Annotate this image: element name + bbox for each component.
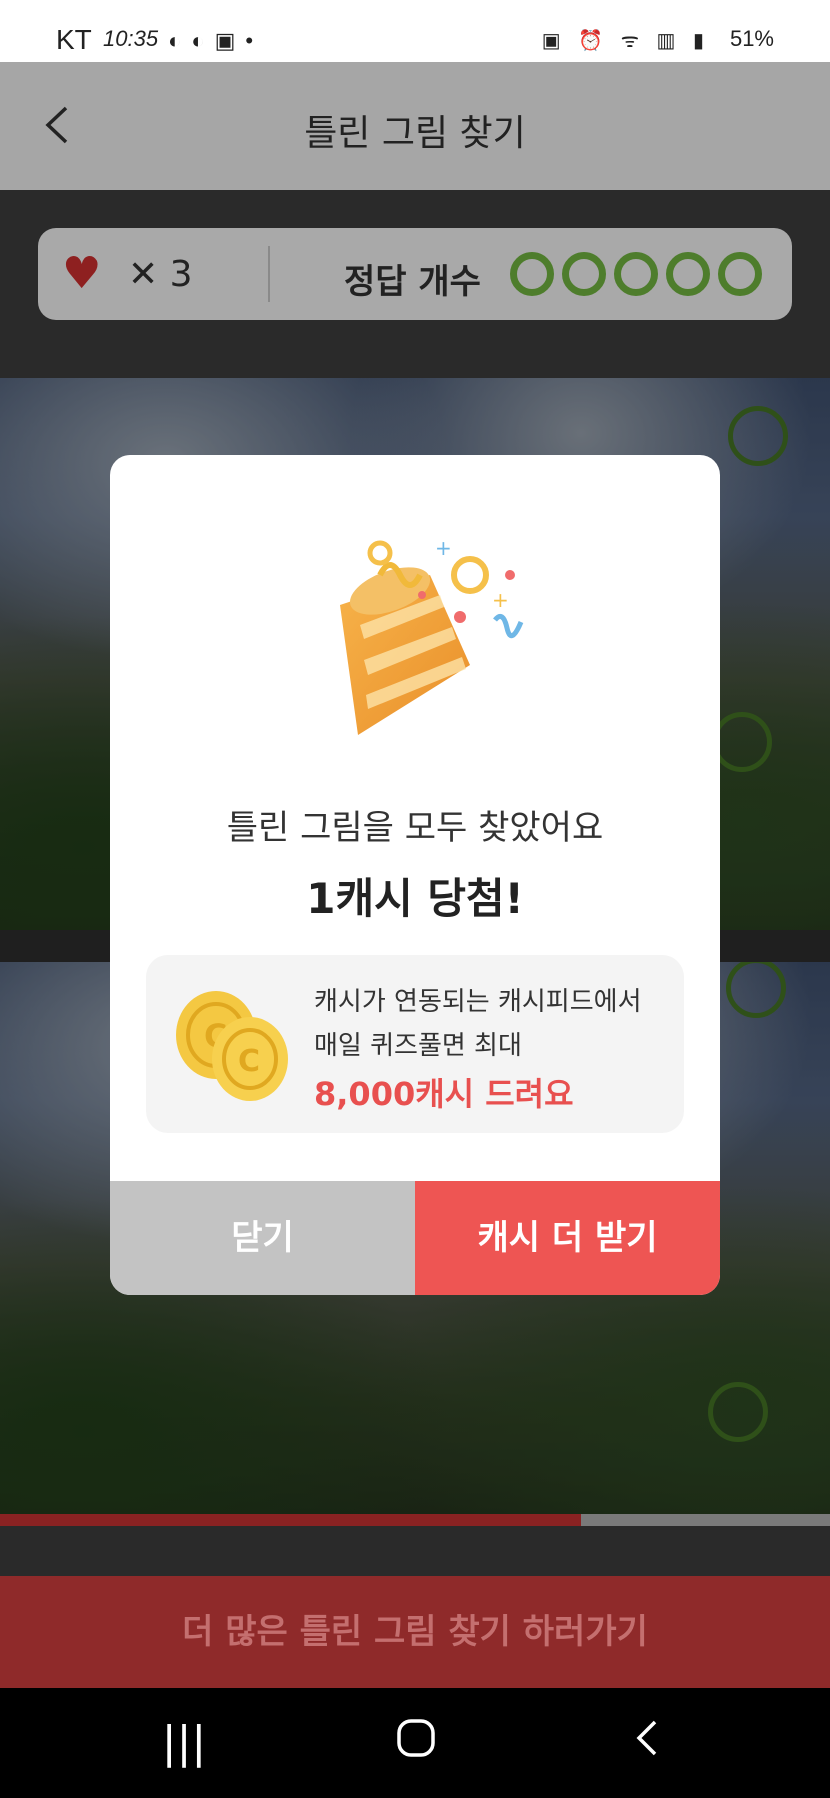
system-icons: ▣ ⏰ ᯤ ▥ ▮: [541, 30, 710, 52]
carrier-label: KT: [56, 24, 92, 55]
dialog-actions: 닫기 캐시 더 받기: [110, 1181, 720, 1295]
coins-icon: C C: [176, 991, 288, 1101]
more-games-button[interactable]: 더 많은 틀린 그림 찾기 하러가기: [0, 1576, 830, 1688]
timer-progress-fill: [0, 1514, 581, 1526]
answer-circle-icon: [510, 252, 554, 296]
divider: [268, 246, 270, 302]
promo-line-2: 매일 퀴즈풀면 최대: [314, 1031, 522, 1061]
score-bar: ♥ ✕ 3 정답 개수: [38, 228, 792, 320]
party-popper-icon: + +: [340, 536, 524, 735]
promo-line-1: 캐시가 연동되는 캐시피드에서: [314, 987, 642, 1017]
notification-icons: ◐◐▣•: [168, 28, 264, 53]
lives-count: ✕ 3: [128, 254, 193, 295]
page-title: 틀린 그림 찾기: [304, 113, 526, 154]
prize-text: 1캐시 당첨!: [306, 874, 524, 923]
heart-icon: ♥: [62, 248, 102, 299]
system-back-icon[interactable]: [618, 1718, 678, 1769]
svg-text:+: +: [492, 588, 509, 612]
answer-circle-icon: [718, 252, 762, 296]
svg-text:+: +: [435, 536, 452, 560]
get-more-cash-button[interactable]: 캐시 더 받기: [415, 1181, 720, 1295]
clock: 10:35: [103, 26, 159, 51]
answer-circle-icon: [562, 252, 606, 296]
answer-circle-icon: [614, 252, 658, 296]
system-nav-bar: |||: [0, 1688, 830, 1798]
app-header: 틀린 그림 찾기: [0, 62, 830, 190]
home-icon[interactable]: [386, 1718, 446, 1769]
promo-banner[interactable]: C C 캐시가 연동되는 캐시피드에서 매일 퀴즈풀면 최대 8,000캐시 드…: [146, 955, 684, 1133]
result-dialog: + + 틀린 그림을 모두 찾았어요 1캐시 당첨! C C 캐시가 연동되는 …: [110, 455, 720, 1295]
more-games-label: 더 많은 틀린 그림 찾기 하러가기: [182, 1612, 648, 1652]
recent-apps-icon[interactable]: |||: [154, 1718, 214, 1768]
answer-indicators: [510, 252, 762, 296]
promo-line-3: 8,000캐시 드려요: [314, 1075, 574, 1113]
status-bar: KT 10:35 ◐◐▣• ▣ ⏰ ᯤ ▥ ▮ 51%: [0, 0, 830, 62]
result-message: 틀린 그림을 모두 찾았어요: [226, 808, 604, 848]
answer-circle-icon: [666, 252, 710, 296]
close-button[interactable]: 닫기: [110, 1181, 415, 1295]
svg-text:C: C: [238, 1044, 260, 1079]
answer-count-label: 정답 개수: [344, 262, 481, 302]
battery-level: 51%: [729, 26, 774, 51]
timer-progress-bar: [0, 1514, 830, 1526]
